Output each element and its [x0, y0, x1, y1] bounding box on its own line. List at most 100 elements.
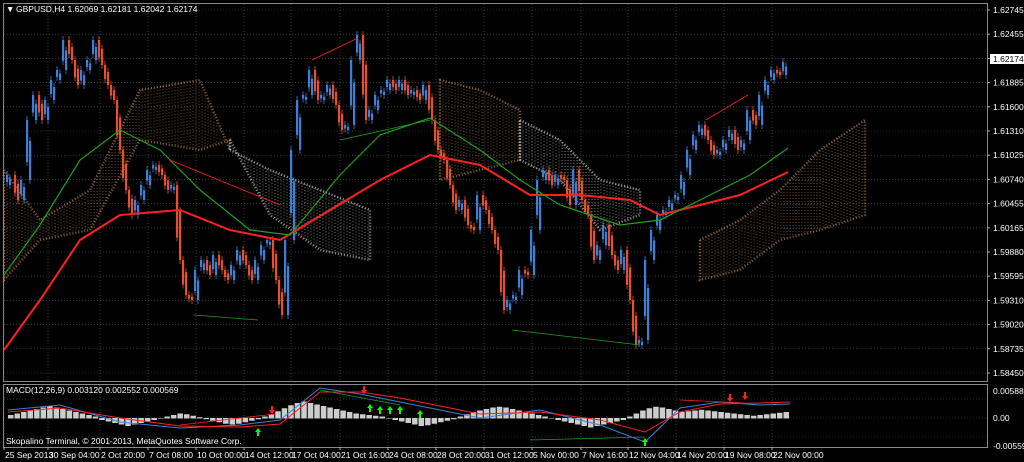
price-tick-label: 1.58450 [993, 368, 1024, 378]
candle-body [104, 65, 107, 79]
macd-histogram-bar [21, 412, 27, 419]
macd-histogram-bar [294, 403, 301, 419]
ma-slow-line [3, 153, 789, 351]
candle-body [134, 200, 137, 211]
candle-body [56, 70, 59, 77]
candle-body [719, 151, 722, 155]
candle-body [437, 130, 440, 150]
candle-body [191, 296, 194, 300]
candle-body [545, 173, 548, 180]
candle-body [299, 117, 302, 150]
candle-body [695, 140, 698, 150]
candle-body [752, 110, 755, 121]
macd-histogram-bar [692, 410, 698, 419]
macd-histogram-bar [164, 416, 170, 419]
macd-histogram-bar [353, 413, 359, 419]
macd-histogram-bar [679, 412, 685, 419]
candle-body [302, 95, 305, 99]
candle-body [296, 100, 299, 135]
macd-title: MACD(12,26,9) 0.003120 0.002552 0.000569 [6, 385, 179, 395]
candle-body [29, 141, 32, 180]
candle-body [365, 64, 368, 120]
macd-histogram-bar [99, 418, 105, 420]
candle-body [485, 200, 488, 210]
candle-body [542, 170, 545, 177]
candle-body [380, 90, 383, 94]
time-tick-label: 24 Oct 08:00 [389, 450, 438, 460]
macd-histogram-bar [711, 411, 718, 419]
macd-histogram-bar [405, 418, 412, 423]
candle-body [728, 130, 731, 137]
time-scale[interactable]: 25 Sep 201330 Sep 04:00 2 Oct 20:00 7 Oct … [3, 447, 824, 460]
candle-body [323, 96, 326, 100]
candle-body [101, 48, 104, 65]
macd-histogram-bar [705, 410, 711, 419]
candle-body [770, 70, 773, 77]
macd-histogram-bar [314, 404, 320, 419]
candle-body [275, 254, 278, 280]
macd-histogram-bar [151, 418, 157, 420]
candle-body [230, 265, 233, 276]
candle-body [407, 85, 410, 95]
price-tick-label: 1.62745 [993, 5, 1024, 15]
candle-body [320, 95, 323, 99]
macd-histogram-bar [685, 411, 692, 419]
buy-signal-arrow-icon [417, 410, 423, 418]
candle-body [410, 90, 413, 94]
chart-window[interactable]: 1.62745 1.62455 1.62174 1.61885 1.61600 1.613… [0, 0, 1024, 462]
candle-body [494, 230, 497, 244]
candle-body [77, 68, 80, 85]
candle-body [554, 175, 557, 182]
macd-histogram-bar [724, 412, 731, 419]
current-price-marker: 1.62174 [990, 54, 1024, 64]
macd-histogram-bar [737, 414, 744, 419]
candle-body [290, 150, 293, 213]
candle-body [80, 70, 83, 81]
candle-body [623, 257, 626, 270]
candle-body [491, 217, 494, 230]
time-tick-label: 5 Nov 00:00 [533, 450, 579, 460]
candle-body [704, 125, 707, 136]
candle-body [482, 195, 485, 206]
candle-body [761, 105, 764, 125]
candle-body [467, 208, 470, 225]
candle-body [563, 176, 566, 180]
candle-body [506, 300, 509, 307]
macd-tick-label: -0.005596 [993, 441, 1024, 451]
candle-body [599, 250, 602, 260]
candle-body [221, 260, 224, 270]
candle-body [170, 185, 173, 189]
candle-body [9, 178, 12, 185]
divergence-trendlines[interactable] [169, 37, 749, 346]
macd-histogram-bar [646, 408, 653, 419]
macd-histogram-bar [542, 416, 548, 419]
candle-body [89, 63, 92, 70]
macd-histogram-bar [614, 418, 620, 422]
macd-histogram-bar [53, 407, 60, 419]
macd-histogram-bar [750, 415, 757, 419]
candle-body [722, 140, 725, 147]
candlestick-series[interactable] [6, 31, 788, 349]
candle-body [65, 50, 68, 70]
macd-histogram-bar [183, 414, 190, 419]
candle-body [551, 175, 554, 185]
candle-body [329, 88, 332, 95]
candle-body [125, 164, 128, 190]
candle-body [251, 270, 254, 280]
chart-dropdown-icon[interactable]: ▼ [6, 4, 14, 14]
chart-svg[interactable]: 1.62745 1.62455 1.62174 1.61885 1.61600 1.613… [0, 0, 1024, 462]
candle-body [404, 80, 407, 91]
macd-histogram-bar [620, 418, 627, 420]
candle-body [23, 187, 26, 200]
candle-body [92, 40, 95, 54]
price-tick-label: 1.60455 [993, 199, 1024, 209]
candle-body [212, 255, 215, 269]
macd-histogram-bar [392, 418, 398, 420]
candle-body [38, 95, 41, 113]
candle-body [557, 178, 560, 185]
candle-body [731, 133, 734, 140]
candle-body [749, 120, 752, 140]
macd-histogram-bar [659, 407, 666, 419]
candle-body [419, 93, 422, 100]
time-tick-label: 21 Oct 16:00 [341, 450, 390, 460]
